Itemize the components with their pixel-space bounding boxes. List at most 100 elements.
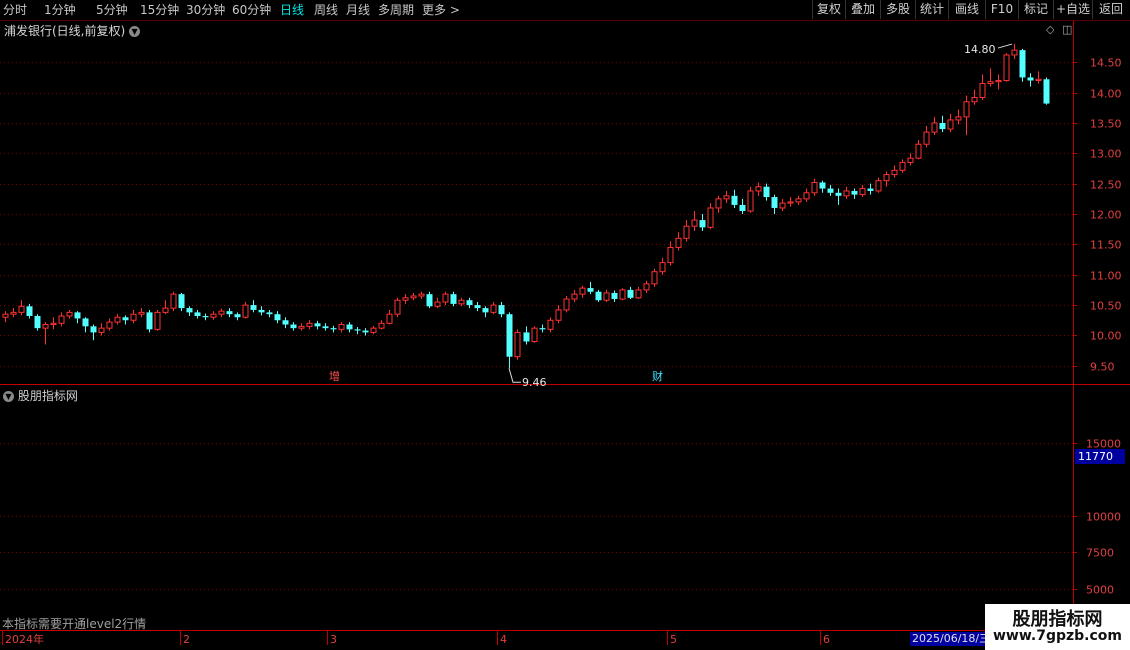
candle bbox=[114, 314, 121, 325]
candle-body bbox=[242, 304, 249, 318]
candle-body bbox=[258, 309, 265, 313]
candle bbox=[907, 153, 914, 166]
candle bbox=[258, 306, 265, 316]
candle bbox=[859, 184, 866, 198]
candle bbox=[170, 291, 177, 312]
candle-body bbox=[899, 161, 906, 171]
candle bbox=[218, 308, 225, 318]
chevron-down-icon[interactable]: ▼ bbox=[3, 391, 14, 402]
candle-body bbox=[755, 186, 762, 192]
price-tick-label: 13.00 bbox=[1090, 148, 1122, 161]
candle bbox=[226, 308, 233, 318]
candle bbox=[498, 302, 505, 318]
date-tick-label: 5 bbox=[670, 633, 677, 646]
date-cursor-badge: 2025/06/18/三 bbox=[910, 632, 986, 646]
candle bbox=[1043, 77, 1050, 105]
candle-body bbox=[42, 324, 49, 329]
candle bbox=[923, 126, 930, 148]
candle-body bbox=[979, 83, 986, 98]
candle-body bbox=[458, 299, 465, 305]
candle-body bbox=[98, 327, 105, 333]
candle bbox=[466, 297, 473, 309]
price-tick-label: 13.50 bbox=[1090, 118, 1122, 131]
candle bbox=[106, 318, 113, 331]
candle bbox=[683, 220, 690, 242]
candle-body bbox=[170, 293, 177, 309]
candle bbox=[274, 311, 281, 324]
candle bbox=[651, 268, 658, 287]
candle-body bbox=[1027, 77, 1034, 81]
candle-body bbox=[851, 190, 858, 195]
candle-body bbox=[923, 131, 930, 145]
candle-body bbox=[691, 219, 698, 227]
candle bbox=[194, 309, 201, 319]
candle bbox=[402, 294, 409, 304]
candle-body bbox=[106, 321, 113, 329]
price-tick-label: 9.50 bbox=[1090, 361, 1115, 374]
candle-body bbox=[426, 294, 433, 307]
candle-body bbox=[194, 312, 201, 317]
candle bbox=[210, 311, 217, 320]
window-toggle-icon[interactable]: ◫ bbox=[1062, 23, 1072, 36]
candle bbox=[370, 325, 377, 335]
candle-body bbox=[50, 322, 57, 326]
candle bbox=[314, 320, 321, 330]
candle bbox=[547, 317, 554, 333]
diamond-icon[interactable]: ◇ bbox=[1046, 23, 1054, 36]
candle-body bbox=[707, 207, 714, 228]
candle-body bbox=[450, 294, 457, 304]
price-tick-label: 10.00 bbox=[1090, 330, 1122, 343]
candle-body bbox=[819, 182, 826, 189]
candle bbox=[955, 109, 962, 125]
candle-body bbox=[234, 314, 241, 318]
event-marker-cai[interactable]: 财 bbox=[650, 370, 665, 384]
chevron-down-icon[interactable]: ▼ bbox=[129, 26, 141, 37]
candle bbox=[474, 302, 481, 312]
candle bbox=[10, 308, 17, 318]
candle-body bbox=[747, 190, 754, 212]
high-label: 14.80 bbox=[964, 43, 996, 56]
candle-body bbox=[306, 322, 313, 327]
candle bbox=[643, 280, 650, 293]
volume-tick-label: 7500 bbox=[1086, 547, 1114, 560]
candle-body bbox=[779, 202, 786, 209]
event-marker-zeng[interactable]: 增 bbox=[327, 370, 342, 384]
candle-body bbox=[514, 331, 521, 358]
candle bbox=[130, 309, 137, 324]
date-tick-label: 2 bbox=[183, 633, 190, 646]
candle-body bbox=[659, 262, 666, 273]
candle-body bbox=[202, 316, 209, 318]
candle bbox=[202, 313, 209, 321]
date-tick-label: 3 bbox=[330, 633, 337, 646]
candle bbox=[434, 297, 441, 309]
candle bbox=[947, 113, 954, 133]
candle-body bbox=[603, 292, 610, 301]
price-tick-label: 14.00 bbox=[1090, 88, 1122, 101]
candle bbox=[482, 306, 489, 318]
candle bbox=[987, 68, 994, 87]
candle-body bbox=[563, 298, 570, 311]
candle-body bbox=[715, 198, 722, 209]
candle-body bbox=[186, 308, 193, 313]
candle bbox=[963, 95, 970, 136]
candle-body bbox=[138, 311, 145, 315]
candle bbox=[579, 285, 586, 298]
candle-body bbox=[891, 169, 898, 176]
candle-body bbox=[619, 289, 626, 300]
candle-body bbox=[1043, 79, 1050, 104]
candle-body bbox=[963, 101, 970, 118]
candle-body bbox=[875, 180, 882, 192]
candle-body bbox=[859, 188, 866, 196]
candle bbox=[523, 326, 530, 345]
candle-body bbox=[611, 292, 618, 300]
candle bbox=[514, 329, 521, 360]
candle-body bbox=[354, 329, 361, 331]
candle-body bbox=[506, 314, 513, 357]
candle-body bbox=[1011, 49, 1018, 56]
candle-body bbox=[667, 246, 674, 264]
candle-body bbox=[579, 287, 586, 295]
candle bbox=[506, 312, 513, 369]
candle-body bbox=[635, 289, 642, 299]
candle bbox=[306, 320, 313, 330]
kline-chart[interactable]: 14.50 14.00 13.50 13.00 12.50 12.00 11.50 11.00… bbox=[0, 0, 1130, 650]
